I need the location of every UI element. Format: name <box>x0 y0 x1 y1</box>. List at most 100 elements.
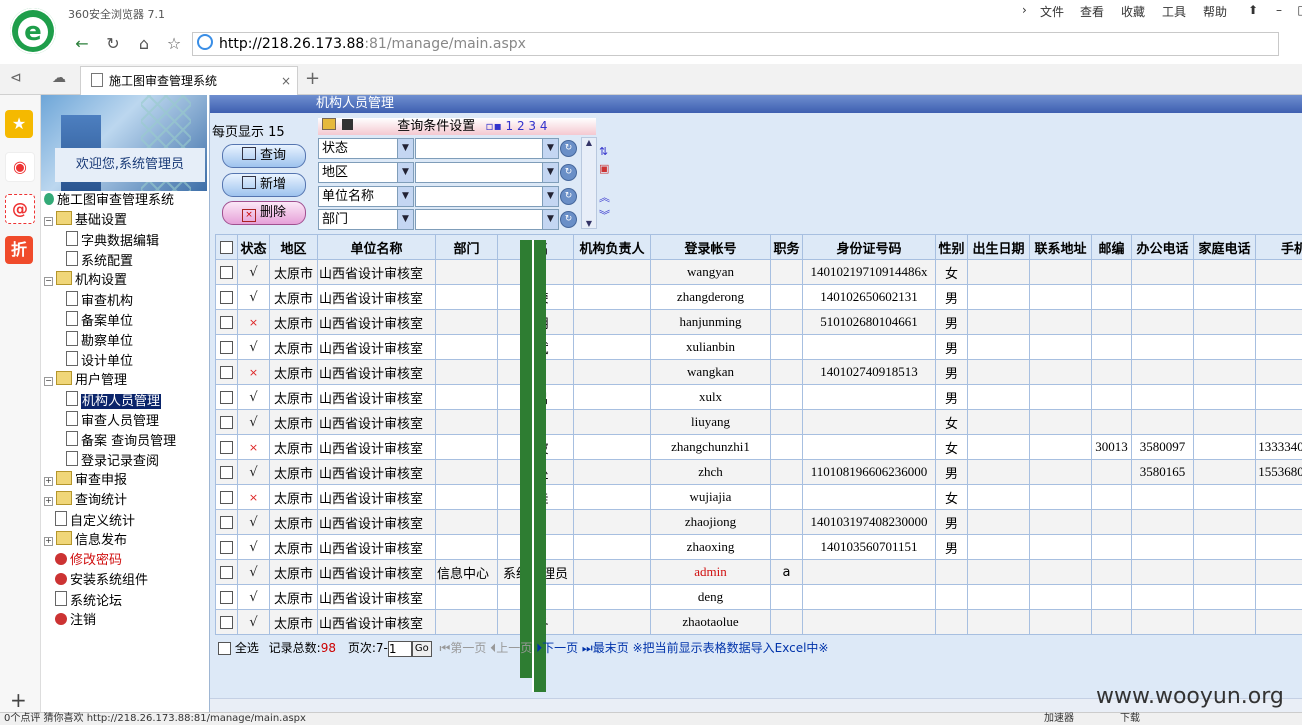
menu-tools[interactable]: 工具 <box>1162 3 1186 20</box>
clear-icon[interactable]: ↻ <box>560 140 577 157</box>
expand-toggle-icon[interactable]: + <box>44 537 53 546</box>
add-icon[interactable]: + <box>10 688 27 712</box>
table-row[interactable]: ×太原市山西省设计审核室张波zhangchunzhi1女300133580097… <box>216 435 1302 460</box>
expand-toggle-icon[interactable]: + <box>44 497 53 506</box>
table-row[interactable]: √太原市山西省设计审核室赵各zhaotaolue <box>216 610 1302 635</box>
refresh-icon[interactable]: ↻ <box>101 33 125 55</box>
discount-icon[interactable]: 折 <box>5 236 33 264</box>
expand-down-icon[interactable]: ︾ <box>599 207 610 223</box>
skin-icon[interactable]: ⬆ <box>1240 0 1266 20</box>
table-row[interactable]: √太原市山西省设计审核室zhaoxing140103560701151男 <box>216 535 1302 560</box>
tree-item[interactable]: 系统配置 <box>66 251 133 272</box>
row-checkbox[interactable] <box>220 516 233 529</box>
filter-unit-select[interactable]: 单位名称▼ <box>318 186 414 207</box>
tree-item[interactable]: 审查人员管理 <box>66 411 159 432</box>
row-select-cell[interactable] <box>216 510 238 535</box>
collapse-up-icon[interactable]: ︽ <box>599 189 610 205</box>
row-select-cell[interactable] <box>216 585 238 610</box>
first-page-link[interactable]: ⏮第一页 <box>440 641 487 655</box>
favorites-star-icon[interactable]: ★ <box>5 110 33 138</box>
accelerator-button[interactable]: 加速器 <box>1044 713 1074 725</box>
table-row[interactable]: √太原市山西省设计审核室liuyang女 <box>216 410 1302 435</box>
filter-dept-select[interactable]: 部门▼ <box>318 209 414 230</box>
row-select-cell[interactable] <box>216 335 238 360</box>
home-icon[interactable]: ⌂ <box>132 33 156 55</box>
url-input[interactable]: http://218.26.173.88:81/manage/main.aspx <box>192 32 1279 56</box>
select-all-label[interactable]: 全选 <box>235 641 259 655</box>
go-button[interactable]: Go <box>412 641 432 657</box>
swap-icon[interactable]: ⇅ <box>599 145 608 158</box>
tree-item[interactable]: 注销 <box>44 611 96 631</box>
favorite-star-icon[interactable]: ☆ <box>162 33 186 55</box>
filter-dept-value[interactable]: ▼ <box>415 209 559 230</box>
menu-chevron-icon[interactable]: › <box>1022 3 1027 17</box>
tree-item[interactable]: 设计单位 <box>66 351 133 372</box>
tree-item[interactable]: 备案 查询员管理 <box>66 431 176 452</box>
table-row[interactable]: ×太原市山西省设计审核室wangkan140102740918513男 <box>216 360 1302 385</box>
menu-favorites[interactable]: 收藏 <box>1121 3 1145 20</box>
delete-button[interactable]: ×删除 <box>222 201 306 225</box>
row-checkbox[interactable] <box>220 391 233 404</box>
maximize-button[interactable]: □ <box>1290 0 1302 20</box>
row-select-cell[interactable] <box>216 310 238 335</box>
tree-item[interactable]: 备案单位 <box>66 311 133 332</box>
tree-item[interactable]: 自定义统计 <box>44 511 135 532</box>
new-tab-button[interactable]: + <box>305 68 320 89</box>
row-checkbox[interactable] <box>220 366 233 379</box>
table-row[interactable]: √太原市山西省设计审核室张荣zhangderong140102650602131… <box>216 285 1302 310</box>
tree-item[interactable]: +信息发布 <box>44 531 127 551</box>
tree-item[interactable]: −基础设置 <box>44 211 127 231</box>
row-select-cell[interactable] <box>216 435 238 460</box>
row-select-cell[interactable] <box>216 535 238 560</box>
last-page-link[interactable]: ⏭最末页 <box>582 641 629 655</box>
row-select-cell[interactable] <box>216 285 238 310</box>
row-select-cell[interactable] <box>216 610 238 635</box>
email-icon[interactable]: @ <box>5 194 35 224</box>
table-row[interactable]: √太原市山西省设计审核室琐斌xulianbin男 <box>216 335 1302 360</box>
row-checkbox[interactable] <box>220 541 233 554</box>
sidebar-toggle-icon[interactable]: ⊲ <box>10 70 22 86</box>
clear-icon[interactable]: ↻ <box>560 164 577 181</box>
row-select-cell[interactable] <box>216 260 238 285</box>
cloud-icon[interactable]: ☁ <box>52 70 66 86</box>
tree-item[interactable]: 登录记录查阅 <box>66 451 159 472</box>
condition-pages[interactable]: ▫▪ 1 2 3 4 <box>485 119 547 133</box>
row-select-cell[interactable] <box>216 410 238 435</box>
next-page-link[interactable]: ⏵下一页 <box>536 641 578 655</box>
filter-region-value[interactable]: ▼ <box>415 162 559 183</box>
tree-item[interactable]: 修改密码 <box>44 551 122 571</box>
page-number-input[interactable]: 1 <box>388 641 412 657</box>
row-select-cell[interactable] <box>216 360 238 385</box>
table-row[interactable]: √太原市山西省设计审核室纷处zhch110108196606236000男358… <box>216 460 1302 485</box>
clear-icon[interactable]: ↻ <box>560 188 577 205</box>
query-button[interactable]: 查询 <box>222 144 306 168</box>
per-page-value[interactable]: 15 <box>268 125 285 140</box>
row-select-cell[interactable] <box>216 485 238 510</box>
row-checkbox[interactable] <box>220 341 233 354</box>
tree-root[interactable]: 施工图审查管理系统 <box>44 191 174 211</box>
prev-page-link[interactable]: ⏴上一页 <box>490 641 532 655</box>
filter-scrollbar[interactable]: ▲ ▼ <box>581 137 597 229</box>
menu-view[interactable]: 查看 <box>1080 3 1104 20</box>
download-button[interactable]: 下载 <box>1120 713 1140 725</box>
table-row[interactable]: √太原市山西省设计审核室信息中心系统管理员admina <box>216 560 1302 585</box>
tree-item[interactable]: 系统论坛 <box>44 591 122 612</box>
row-checkbox[interactable] <box>220 616 233 629</box>
tree-item[interactable]: −机构设置 <box>44 271 127 291</box>
tree-item[interactable]: 安装系统组件 <box>44 571 148 591</box>
tree-item[interactable]: 字典数据编辑 <box>66 231 159 252</box>
minimize-button[interactable]: – <box>1266 0 1292 20</box>
row-select-cell[interactable] <box>216 385 238 410</box>
row-checkbox[interactable] <box>220 466 233 479</box>
row-checkbox[interactable] <box>220 566 233 579</box>
row-checkbox[interactable] <box>220 266 233 279</box>
row-checkbox[interactable] <box>220 441 233 454</box>
table-row[interactable]: √太原市山西省设计审核室zhaojiong140103197408230000男 <box>216 510 1302 535</box>
row-checkbox[interactable] <box>220 591 233 604</box>
filter-region-select[interactable]: 地区▼ <box>318 162 414 183</box>
clear-icon[interactable]: ↻ <box>560 211 577 228</box>
table-row[interactable]: √太原市山西省设计审核室王wangyan14010219710914486x女 <box>216 260 1302 285</box>
menu-help[interactable]: 帮助 <box>1203 3 1227 20</box>
row-checkbox[interactable] <box>220 491 233 504</box>
tab-main[interactable]: 施工图审查管理系统 × <box>80 66 298 95</box>
